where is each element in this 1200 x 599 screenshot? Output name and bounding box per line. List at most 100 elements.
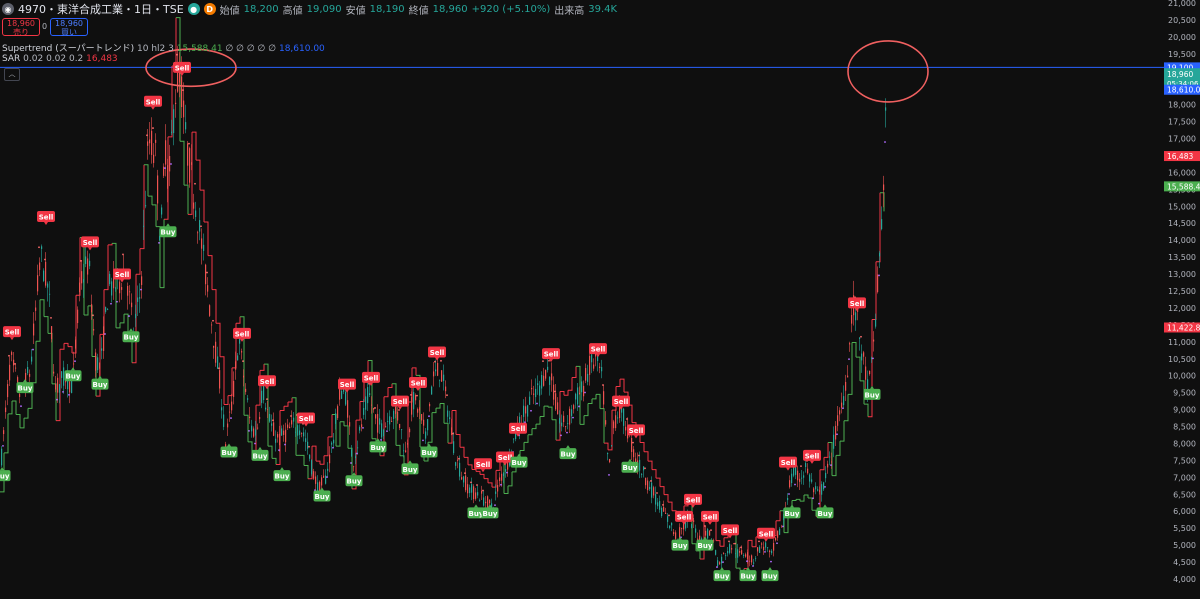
high-value: 19,090 — [306, 3, 342, 15]
sell-signal-pointer — [304, 423, 308, 427]
buy-signal: Buy — [122, 328, 140, 343]
candle-body — [31, 356, 33, 362]
supertrend-segment — [260, 364, 265, 371]
supertrend-segment — [552, 419, 557, 441]
candle-body — [489, 499, 491, 504]
signal-text: Buy — [66, 373, 81, 381]
supertrend-segment — [436, 403, 441, 409]
sell-signal-pointer — [180, 72, 184, 76]
price-axis-tick: 14,000 — [1168, 236, 1196, 245]
candle-body — [249, 416, 251, 419]
candle-body — [329, 454, 331, 464]
candle-body — [223, 414, 225, 427]
price-axis-tick: 20,000 — [1168, 33, 1196, 42]
chart-area[interactable]: 4,000 4,500 5,000 5,500 6,000 6,500 7,000 7,500… — [0, 0, 1200, 595]
signal-text: Buy — [253, 452, 268, 460]
signal-text: Buy — [483, 510, 498, 518]
signal-text: Buy — [785, 510, 800, 518]
sar-dot — [884, 141, 886, 143]
candle-body — [399, 423, 401, 428]
signal-text: Sell — [476, 461, 491, 469]
candle-body — [831, 461, 833, 463]
candle-body — [631, 438, 633, 452]
candle-body — [63, 367, 65, 386]
signal-text: Sell — [364, 374, 379, 382]
candle-body — [377, 413, 379, 433]
supertrend-segment — [312, 445, 317, 462]
supertrend-segment — [696, 550, 701, 560]
sar-dot — [602, 384, 604, 386]
candle-body — [639, 459, 641, 471]
buy-button[interactable]: 18,960 買い — [50, 18, 88, 37]
candle-body — [833, 434, 835, 449]
signal-text: Sell — [115, 271, 130, 279]
signal-text: Buy — [161, 229, 176, 237]
price-chart[interactable]: 4,000 4,500 5,000 5,500 6,000 6,500 7,000 7,500… — [0, 0, 1200, 595]
buy-signal-pointer — [258, 446, 262, 450]
candle-body — [541, 374, 543, 389]
buy-signal-pointer — [408, 460, 412, 464]
supertrend-segment — [336, 421, 341, 447]
candle-body — [659, 501, 661, 510]
supertrend-segment — [224, 395, 229, 405]
supertrend-segment — [864, 403, 869, 417]
price-label-text: 15,588.41 — [1167, 182, 1200, 191]
candle-body — [847, 375, 849, 378]
candle-body — [15, 367, 17, 369]
candle-body — [43, 270, 45, 281]
sar-dot — [80, 259, 82, 262]
collapse-legend-button[interactable]: ︿ — [4, 68, 20, 81]
candle-body — [325, 475, 327, 484]
buy-signal-pointer — [474, 504, 478, 508]
candle-body — [327, 468, 329, 471]
buy-signal: Buy — [863, 385, 881, 400]
sell-signal-pointer — [151, 106, 155, 110]
buy-signal-pointer — [227, 443, 231, 447]
candle-body — [457, 459, 459, 461]
candle-body — [237, 355, 239, 361]
candle-body — [643, 466, 645, 471]
supertrend-segment — [600, 408, 605, 444]
candle-body — [799, 478, 801, 482]
candle-body — [733, 543, 735, 545]
sell-button[interactable]: 18,960 売り — [2, 18, 40, 37]
candle-body — [499, 477, 501, 482]
candle-body — [845, 381, 847, 391]
supertrend-segment — [712, 520, 717, 541]
candle-body — [243, 375, 245, 378]
sar-dot — [746, 560, 748, 563]
buy-signal: Buy — [64, 367, 82, 382]
supertrend-segment — [196, 159, 201, 191]
candle-body — [657, 502, 659, 507]
candle-body — [591, 354, 593, 363]
candle-body — [739, 550, 741, 553]
supertrend-segment — [568, 377, 573, 391]
candle-body — [469, 487, 471, 494]
symbol-title[interactable]: 4970・東洋合成工業・1日・TSE — [18, 1, 184, 17]
supertrend-legend[interactable]: Supertrend (スーパートレンド) 10 hl2 3 15,588.41… — [2, 41, 325, 54]
candle-body — [737, 549, 739, 558]
sar-dot — [626, 418, 628, 420]
candle-body — [201, 238, 203, 249]
candle-body — [411, 397, 413, 415]
supertrend-segment — [212, 289, 217, 324]
candle-body — [267, 408, 269, 410]
candle-body — [395, 407, 397, 414]
candle-body — [609, 458, 611, 463]
supertrend-segment — [528, 428, 533, 436]
sar-legend[interactable]: SAR 0.02 0.02 0.2 16,483 — [2, 54, 118, 64]
price-label-text: 18,960 — [1167, 70, 1193, 79]
sell-signal: Sell — [675, 510, 693, 525]
sar-dot — [254, 442, 256, 445]
signal-text: Sell — [83, 239, 98, 247]
price-label-hline: 18,610.00 — [1164, 84, 1200, 95]
candle-body — [387, 421, 389, 422]
supertrend-segment — [316, 460, 321, 465]
supertrend-segment — [560, 391, 565, 396]
candle-body — [743, 555, 745, 556]
candle-body — [131, 302, 133, 308]
sar-dot — [50, 316, 52, 319]
candle-body — [251, 425, 253, 432]
sar-dot — [494, 504, 496, 507]
candle-body — [199, 220, 201, 232]
